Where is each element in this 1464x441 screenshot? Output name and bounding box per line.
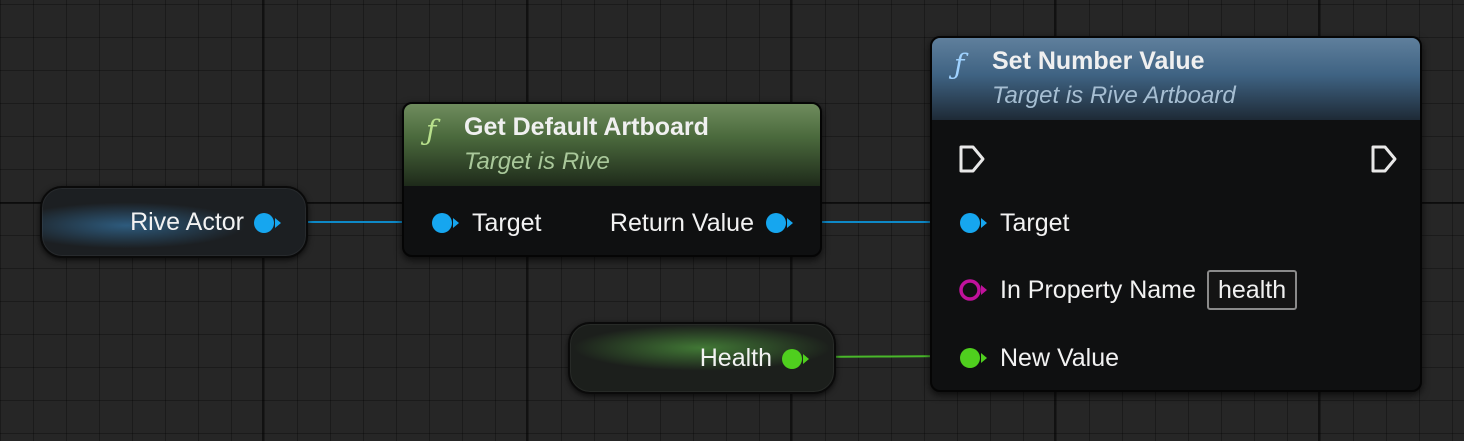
return-value-label: Return Value xyxy=(609,209,754,237)
exec-out-pin-icon[interactable] xyxy=(1370,144,1398,174)
health-variable-node[interactable]: Health xyxy=(568,322,836,394)
name-pin-icon[interactable] xyxy=(958,278,988,302)
get-default-artboard-title: Get Default Artboard xyxy=(464,113,709,141)
target-pin-label: Target xyxy=(1000,209,1070,237)
object-pin-icon[interactable] xyxy=(252,211,282,235)
health-label: Health xyxy=(699,343,772,372)
set-number-value-subtitle: Target is Rive Artboard xyxy=(992,82,1236,109)
function-icon: ƒ xyxy=(954,48,965,81)
target-input-label: Target xyxy=(472,209,542,237)
float-pin-icon[interactable] xyxy=(958,346,988,370)
set-number-value-title: Set Number Value xyxy=(992,47,1205,75)
target-input-pin-icon[interactable] xyxy=(430,211,460,235)
in-property-name-label: In Property Name xyxy=(1000,276,1196,304)
get-default-artboard-header[interactable]: ƒ Get Default Artboard Target is Rive xyxy=(404,104,820,186)
float-pin-icon[interactable] xyxy=(780,347,810,371)
target-pin-icon[interactable] xyxy=(958,211,988,235)
set-number-value-header[interactable]: ƒ Set Number Value Target is Rive Artboa… xyxy=(932,38,1420,120)
exec-in-pin-icon[interactable] xyxy=(958,144,986,174)
property-name-input[interactable]: health xyxy=(1207,270,1298,310)
rive-actor-label: Rive Actor xyxy=(130,207,244,236)
get-default-artboard-subtitle: Target is Rive xyxy=(464,148,610,175)
set-number-value-node[interactable]: ƒ Set Number Value Target is Rive Artboa… xyxy=(930,36,1422,392)
new-value-label: New Value xyxy=(1000,344,1120,372)
get-default-artboard-node[interactable]: ƒ Get Default Artboard Target is Rive Ta… xyxy=(402,102,822,257)
function-icon: ƒ xyxy=(426,114,437,147)
return-value-pin-icon[interactable] xyxy=(764,211,794,235)
rive-actor-variable-node[interactable]: Rive Actor xyxy=(40,186,308,258)
